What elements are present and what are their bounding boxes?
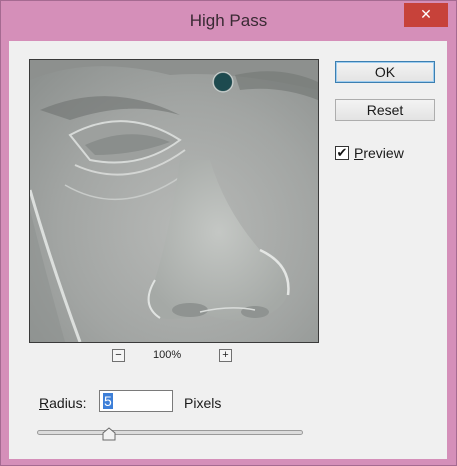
preview-photo xyxy=(30,60,318,342)
dialog-title: High Pass xyxy=(189,11,268,30)
preview-image[interactable] xyxy=(29,59,319,343)
dialog-window: High Pass ✕ OK Reset ✔ Preview − 100% + … xyxy=(0,0,457,466)
zoom-out-button[interactable]: − xyxy=(112,349,125,362)
preview-label-rest: review xyxy=(363,145,404,161)
radius-slider-track[interactable] xyxy=(37,430,303,435)
zoom-in-button[interactable]: + xyxy=(219,349,232,362)
radius-mnemonic: R xyxy=(39,395,50,411)
close-button[interactable]: ✕ xyxy=(404,3,448,27)
preview-checkbox-label[interactable]: Preview xyxy=(354,145,404,161)
minus-icon: − xyxy=(115,349,122,361)
close-icon: ✕ xyxy=(420,6,432,22)
radius-label: Radius: xyxy=(39,395,86,411)
radius-units: Pixels xyxy=(184,395,222,411)
preview-mnemonic: P xyxy=(354,145,364,161)
zoom-level: 100% xyxy=(153,349,182,361)
radius-input[interactable]: 5 xyxy=(99,390,173,412)
check-icon: ✔ xyxy=(336,145,348,160)
radius-slider-thumb[interactable] xyxy=(102,427,116,441)
radius-label-rest: adius: xyxy=(49,395,87,411)
radius-value: 5 xyxy=(103,393,113,409)
plus-icon: + xyxy=(222,349,229,361)
dialog-body: OK Reset ✔ Preview − 100% + Radius: 5 Pi… xyxy=(9,41,447,459)
title-bar[interactable]: High Pass ✕ xyxy=(1,1,456,41)
reset-button[interactable]: Reset xyxy=(335,99,435,121)
preview-checkbox[interactable]: ✔ xyxy=(335,146,349,160)
ok-button[interactable]: OK xyxy=(335,61,435,83)
